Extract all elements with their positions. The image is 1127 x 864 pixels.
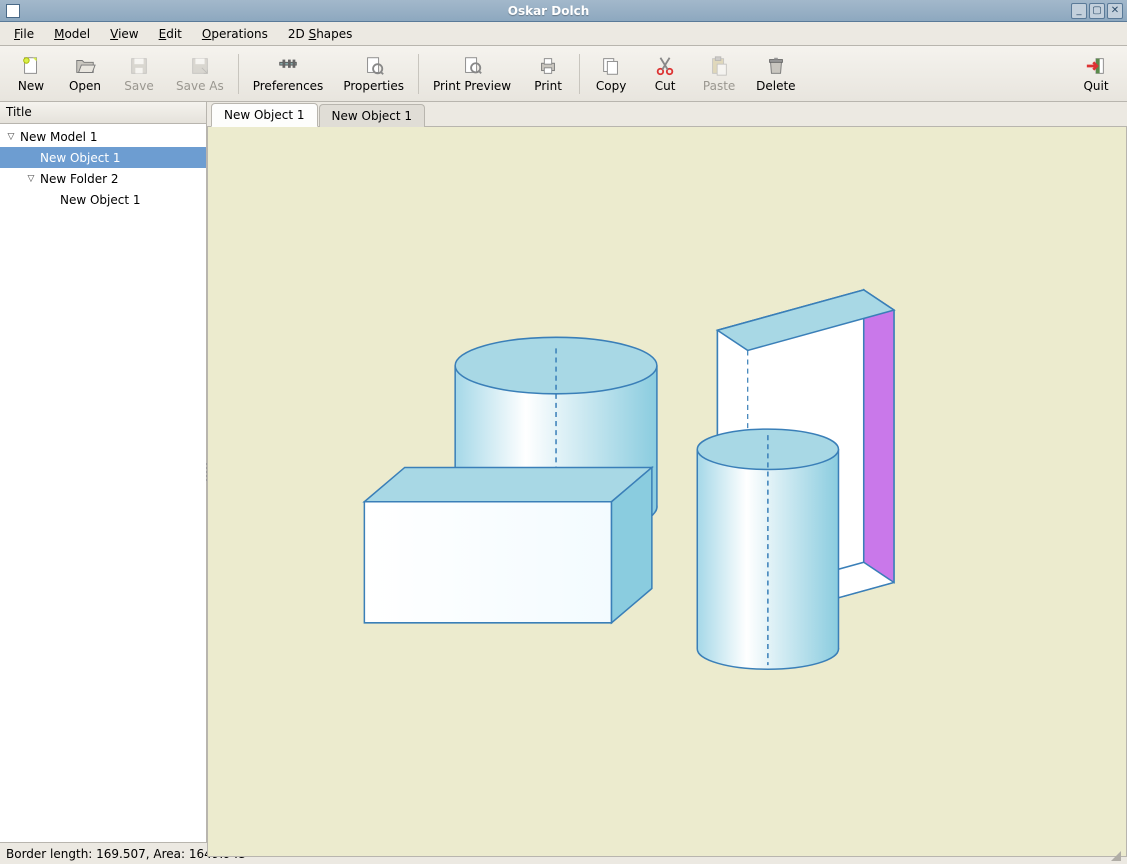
menu-2d-shapes[interactable]: 2D Shapes [280, 25, 361, 43]
menu-operations[interactable]: Operations [194, 25, 276, 43]
delete-label: Delete [756, 79, 795, 93]
tree-row[interactable]: ▽New Model 1 [0, 126, 206, 147]
tree-expander-icon[interactable]: ▽ [24, 172, 38, 186]
properties-icon [362, 55, 386, 77]
tab-bar: New Object 1New Object 1 [207, 102, 1127, 127]
cut-label: Cut [655, 79, 676, 93]
copy-label: Copy [596, 79, 626, 93]
box-flat [364, 467, 652, 622]
tree: ▽New Model 1New Object 1▽New Folder 2New… [0, 124, 206, 842]
properties-button[interactable]: Properties [333, 49, 414, 99]
window-titlebar: Oskar Dolch _ ▢ ✕ [0, 0, 1127, 22]
open-icon [73, 55, 97, 77]
paste-icon [707, 55, 731, 77]
tree-expander-icon[interactable]: ▽ [4, 130, 18, 144]
delete-button[interactable]: Delete [746, 49, 805, 99]
quit-button[interactable]: Quit [1069, 49, 1123, 99]
menu-edit[interactable]: Edit [151, 25, 190, 43]
quit-label: Quit [1083, 79, 1108, 93]
tree-expander-icon [44, 193, 58, 207]
tree-row[interactable]: New Object 1 [0, 189, 206, 210]
print-icon [536, 55, 560, 77]
new-button[interactable]: New [4, 49, 58, 99]
tab[interactable]: New Object 1 [211, 103, 318, 127]
print-preview-label: Print Preview [433, 79, 511, 93]
preferences-button[interactable]: Preferences [243, 49, 334, 99]
main-area: Title ▽New Model 1New Object 1▽New Folde… [0, 102, 1127, 842]
cut-icon [653, 55, 677, 77]
tree-row[interactable]: ▽New Folder 2 [0, 168, 206, 189]
preferences-label: Preferences [253, 79, 324, 93]
tree-column-header[interactable]: Title [0, 102, 206, 124]
menu-model[interactable]: Model [46, 25, 98, 43]
sidebar: Title ▽New Model 1New Object 1▽New Folde… [0, 102, 207, 842]
paste-label: Paste [703, 79, 735, 93]
print-label: Print [534, 79, 562, 93]
preferences-icon [276, 55, 300, 77]
cut-button[interactable]: Cut [638, 49, 692, 99]
copy-icon [599, 55, 623, 77]
paste-button: Paste [692, 49, 746, 99]
app-icon [6, 4, 20, 18]
print-button[interactable]: Print [521, 49, 575, 99]
toolbar-separator [238, 54, 239, 94]
open-button[interactable]: Open [58, 49, 112, 99]
delete-icon [764, 55, 788, 77]
save-button: Save [112, 49, 166, 99]
tree-item-label: New Model 1 [20, 130, 97, 144]
save-as-button: Save As [166, 49, 234, 99]
menubar: FileModelView EditOperations2D Shapes [0, 22, 1127, 46]
save-label: Save [124, 79, 153, 93]
save-as-label: Save As [176, 79, 224, 93]
toolbar: New Open Save Save As Preferences Proper… [0, 46, 1127, 102]
shapes-scene [208, 127, 1126, 856]
tree-item-label: New Object 1 [40, 151, 121, 165]
save-as-icon [188, 55, 212, 77]
print-preview-button[interactable]: Print Preview [423, 49, 521, 99]
print-preview-icon [460, 55, 484, 77]
copy-button[interactable]: Copy [584, 49, 638, 99]
cylinder-small [697, 429, 838, 669]
resize-grip[interactable] [1107, 847, 1121, 861]
window-controls: _ ▢ ✕ [1071, 3, 1127, 19]
menu-file[interactable]: File [6, 25, 42, 43]
toolbar-separator [579, 54, 580, 94]
new-icon [19, 55, 43, 77]
maximize-button[interactable]: ▢ [1089, 3, 1105, 19]
content-area: New Object 1New Object 1 [207, 102, 1127, 842]
quit-icon [1084, 55, 1108, 77]
close-button[interactable]: ✕ [1107, 3, 1123, 19]
menu-view[interactable]: View [102, 25, 146, 43]
tab[interactable]: New Object 1 [319, 104, 426, 127]
properties-label: Properties [343, 79, 404, 93]
tree-item-label: New Object 1 [60, 193, 141, 207]
tree-row[interactable]: New Object 1 [0, 147, 206, 168]
minimize-button[interactable]: _ [1071, 3, 1087, 19]
toolbar-separator [418, 54, 419, 94]
tree-expander-icon [24, 151, 38, 165]
new-label: New [18, 79, 44, 93]
save-icon [127, 55, 151, 77]
tree-item-label: New Folder 2 [40, 172, 119, 186]
window-title: Oskar Dolch [26, 4, 1071, 18]
canvas[interactable] [207, 127, 1127, 857]
open-label: Open [69, 79, 101, 93]
